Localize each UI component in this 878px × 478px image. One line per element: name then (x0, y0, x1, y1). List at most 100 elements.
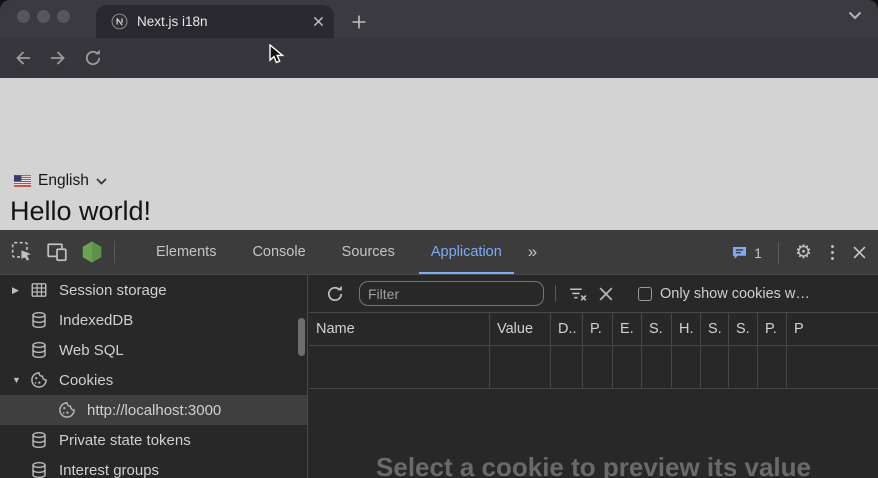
refresh-icon[interactable] (324, 283, 346, 305)
storage-tree-label: Session storage (59, 282, 167, 299)
new-tab-button[interactable] (346, 9, 372, 35)
cookie-column-header[interactable]: S. (729, 313, 758, 346)
language-chevron-icon (96, 178, 107, 185)
web-page: English Hello world! (0, 78, 878, 230)
cookie-column-header[interactable]: P (787, 313, 878, 346)
cookie-column-header[interactable]: D.. (551, 313, 583, 346)
only-issues-checkbox[interactable] (638, 287, 652, 301)
back-icon[interactable] (11, 46, 35, 70)
cookie-column-header[interactable]: S. (642, 313, 672, 346)
more-tabs-icon[interactable]: » (522, 242, 543, 262)
cookie-column-header[interactable]: E. (613, 313, 642, 346)
forward-icon[interactable] (46, 46, 70, 70)
devtools-tab[interactable]: Application (413, 230, 520, 274)
storage-tree-item[interactable]: ▼ Cookies (0, 365, 307, 395)
tab-title: Next.js i18n (137, 14, 313, 29)
devtools-menu-icon[interactable] (827, 241, 838, 264)
tree-expand-icon[interactable]: ▶ (12, 285, 30, 296)
cookie-table-header: Name Value D.. P. E. S. H. S. (309, 313, 878, 346)
delete-selected-icon[interactable] (595, 283, 617, 305)
reload-icon[interactable] (81, 46, 105, 70)
database-icon (30, 430, 50, 450)
page-heading: Hello world! (10, 196, 151, 227)
browser-window: Next.js i18n localhost:3000 (0, 0, 878, 478)
storage-tree-label: Interest groups (59, 462, 159, 478)
devtools-tab-label: Console (252, 244, 305, 260)
cookie-icon (58, 400, 78, 420)
cookie-table-cell (642, 346, 672, 389)
cookie-table-cell (787, 346, 878, 389)
language-label: English (38, 172, 89, 190)
cookie-column-header[interactable]: Value (490, 313, 551, 346)
devtools-toolbar: Elements Console Sources Application » (0, 230, 878, 275)
inspect-element-icon[interactable] (9, 239, 35, 265)
cookie-preview-pane: Select a cookie to preview its value (309, 389, 878, 478)
toolbar-divider (555, 285, 556, 302)
storage-tree-item[interactable]: Private state tokens (0, 425, 307, 455)
database-icon (30, 310, 50, 330)
traffic-lights[interactable] (17, 10, 70, 23)
database-icon (30, 460, 50, 478)
tab-search-chevron-icon[interactable] (848, 11, 862, 20)
toolbar-divider (778, 242, 779, 264)
tab-close-icon[interactable] (313, 16, 324, 27)
devtools: Elements Console Sources Application » (0, 230, 878, 478)
devtools-tab-label: Sources (342, 244, 395, 260)
sidebar-scrollbar[interactable] (298, 318, 305, 356)
devtools-tab[interactable]: Sources (324, 230, 413, 274)
only-issues-label: Only show cookies w… (660, 286, 810, 302)
language-selector[interactable]: English (14, 172, 107, 190)
cookie-column-header[interactable]: P. (583, 313, 613, 346)
browser-tab[interactable]: Next.js i18n (96, 5, 334, 38)
storage-tree-item[interactable]: http://localhost:3000 (0, 395, 307, 425)
storage-tree-label: Cookies (59, 372, 113, 389)
cookie-table-cell (729, 346, 758, 389)
database-icon (30, 340, 50, 360)
cookie-table-cell (490, 346, 551, 389)
nextjs-favicon (111, 13, 128, 30)
devtools-close-icon[interactable] (853, 246, 866, 259)
cookie-table-cell (583, 346, 613, 389)
devtools-tab[interactable]: Console (234, 230, 323, 274)
cookie-column-header[interactable]: S. (701, 313, 729, 346)
cookie-table-cell (672, 346, 701, 389)
storage-tree-label: http://localhost:3000 (87, 402, 221, 419)
cookie-table-cell (309, 346, 490, 389)
storage-tree-label: IndexedDB (59, 312, 133, 329)
cookie-table-empty-row[interactable] (309, 346, 878, 389)
cookies-panel: Only show cookies w… Name Value D.. P. E… (309, 275, 878, 478)
us-flag-icon (14, 175, 31, 187)
storage-tree-item[interactable]: IndexedDB (0, 305, 307, 335)
cookie-column-header[interactable]: H. (672, 313, 701, 346)
table-icon (30, 280, 50, 300)
storage-tree-label: Private state tokens (59, 432, 191, 449)
devtools-tab-label: Elements (156, 244, 216, 260)
cookie-preview-message: Select a cookie to preview its value (376, 452, 811, 478)
nodejs-icon[interactable] (79, 239, 105, 265)
clear-filter-icon[interactable] (567, 283, 589, 305)
cookie-table-cell (613, 346, 642, 389)
device-toolbar-icon[interactable] (44, 239, 70, 265)
cookie-table-cell (701, 346, 729, 389)
issues-count: 1 (754, 245, 762, 261)
toolbar-divider (114, 241, 115, 263)
storage-tree-label: Web SQL (59, 342, 124, 359)
cookie-icon (30, 370, 50, 390)
tree-expand-icon[interactable]: ▼ (12, 375, 30, 385)
cookies-toolbar: Only show cookies w… (309, 275, 878, 313)
cookie-column-header[interactable]: P. (758, 313, 787, 346)
devtools-tab-label: Application (431, 244, 502, 260)
browser-toolbar: localhost:3000 Guest (0, 38, 878, 78)
cookie-table-cell (551, 346, 583, 389)
devtools-settings-icon[interactable]: ⚙ (795, 243, 812, 262)
issues-counter[interactable]: 1 (731, 245, 762, 261)
devtools-tabs: Elements Console Sources Application (138, 230, 520, 274)
cookie-column-header[interactable]: Name (309, 313, 490, 346)
devtools-tab[interactable]: Elements (138, 230, 234, 274)
storage-tree-item[interactable]: Web SQL (0, 335, 307, 365)
storage-tree-item[interactable]: ▶ Session storage (0, 275, 307, 305)
cookie-filter-input[interactable] (359, 281, 544, 306)
application-sidebar: ▶ Session storage (0, 275, 308, 478)
tab-strip: Next.js i18n (0, 0, 878, 38)
storage-tree-item[interactable]: Interest groups (0, 455, 307, 478)
